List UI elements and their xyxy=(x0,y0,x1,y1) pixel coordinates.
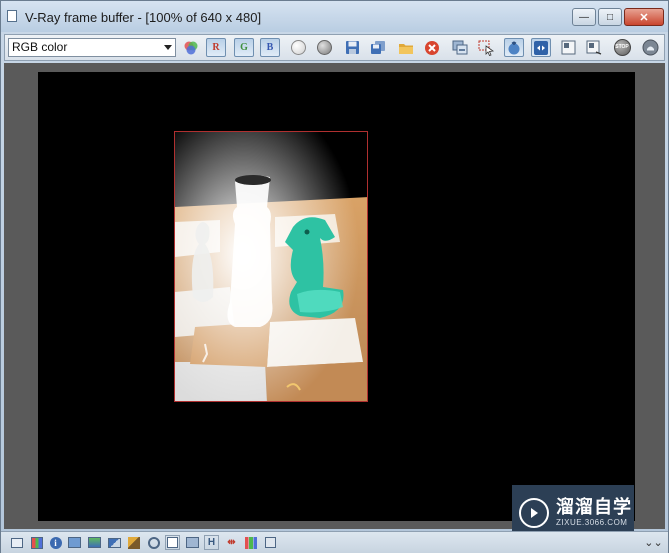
show-corrections-button[interactable] xyxy=(531,38,551,57)
red-channel-toggle[interactable]: R xyxy=(206,38,226,57)
histogram-button[interactable]: H xyxy=(204,535,219,550)
bars-icon xyxy=(244,536,257,549)
toolbar: RGB color R G B STOP xyxy=(4,34,665,61)
duplicate-to-framebuffer-button[interactable] xyxy=(450,38,470,57)
maximize-button[interactable]: □ xyxy=(598,8,622,26)
close-button[interactable]: ✕ xyxy=(624,8,664,26)
lut-icon xyxy=(167,537,178,548)
render-teapot-icon xyxy=(642,39,658,56)
close-icon: ✕ xyxy=(639,11,649,24)
info-button[interactable]: i xyxy=(48,535,63,550)
load-image-button[interactable] xyxy=(396,38,416,57)
history-icon xyxy=(586,40,602,55)
save-image-button[interactable] xyxy=(342,38,362,57)
chevron-down-icon xyxy=(164,45,172,50)
color-balance-button[interactable] xyxy=(126,535,141,550)
vray-frame-buffer-window: V-Ray frame buffer - [100% of 640 x 480]… xyxy=(0,0,669,553)
blue-channel-label: B xyxy=(266,42,274,53)
white-alpha-button[interactable] xyxy=(288,38,308,57)
window-title: V-Ray frame buffer - [100% of 640 x 480] xyxy=(25,10,262,25)
bottom-toolbar: i H ⇹ ⌄⌄ xyxy=(1,531,668,553)
compare-icon xyxy=(534,40,548,55)
pixel-info-icon xyxy=(561,40,575,55)
stamp-icon xyxy=(265,537,276,548)
render-region-icon xyxy=(508,40,520,54)
maximize-icon: □ xyxy=(606,11,614,23)
exposure-button[interactable] xyxy=(87,535,102,550)
gray-circle-icon xyxy=(316,40,332,55)
red-channel-label: R xyxy=(212,42,220,53)
lut-button[interactable] xyxy=(165,535,180,550)
stop-icon: STOP xyxy=(613,39,631,56)
track-mouse-button[interactable] xyxy=(476,38,496,57)
pixel-info-button[interactable] xyxy=(558,38,578,57)
duplicate-icon xyxy=(452,40,468,55)
gear-icon xyxy=(147,536,160,549)
histogram-icon: H xyxy=(207,537,216,548)
chess-scene-image xyxy=(175,132,367,401)
stamp-button[interactable] xyxy=(263,535,278,550)
history-button[interactable] xyxy=(584,38,604,57)
minimize-button[interactable]: — xyxy=(572,8,596,26)
double-chevron-down-icon: ⌄⌄ xyxy=(644,537,663,549)
exposure-icon xyxy=(88,537,101,548)
lens-effects-button[interactable] xyxy=(67,535,82,550)
layers-icon xyxy=(186,537,199,548)
image-icon xyxy=(68,537,81,548)
render-last-button[interactable] xyxy=(640,38,660,57)
window-app-icon xyxy=(7,10,17,22)
compare-ab-button[interactable]: ⇹ xyxy=(224,535,239,550)
hue-saturation-button[interactable] xyxy=(107,535,122,550)
channels-bars-button[interactable] xyxy=(243,535,258,550)
watermark-logo-icon xyxy=(519,497,549,528)
cursor-region-icon xyxy=(478,40,494,56)
folder-icon xyxy=(399,43,413,54)
color-corrections-button[interactable] xyxy=(181,38,201,57)
clear-image-button[interactable] xyxy=(422,38,442,57)
clear-icon xyxy=(425,40,439,55)
levels-button[interactable] xyxy=(29,535,44,550)
channel-select[interactable]: RGB color xyxy=(8,38,176,57)
title-bar[interactable]: V-Ray frame buffer - [100% of 640 x 480]… xyxy=(1,1,668,32)
render-region-toggle[interactable] xyxy=(504,38,524,57)
minimize-icon: — xyxy=(579,11,589,23)
image-view-area[interactable] xyxy=(4,63,665,529)
mono-button[interactable] xyxy=(314,38,334,57)
save-icon xyxy=(345,41,359,54)
info-icon: i xyxy=(49,536,62,549)
channel-select-value: RGB color xyxy=(12,40,68,54)
color-wheel-icon xyxy=(184,41,198,54)
pencil-icon xyxy=(127,536,140,549)
watermark-name: 溜溜自学 xyxy=(556,497,632,517)
display-srgb-button[interactable] xyxy=(9,535,24,550)
green-channel-label: G xyxy=(240,42,248,53)
blue-channel-toggle[interactable]: B xyxy=(260,38,280,57)
monitor-icon xyxy=(10,537,23,548)
curves-button[interactable] xyxy=(146,535,161,550)
save-multiple-icon xyxy=(371,41,385,54)
render-canvas[interactable] xyxy=(38,72,635,521)
levels-icon xyxy=(30,536,43,549)
save-all-channels-button[interactable] xyxy=(368,38,388,57)
watermark-url: ZIXUE.3066.COM xyxy=(556,518,628,527)
background-image-button[interactable] xyxy=(185,535,200,550)
compare-arrows-icon: ⇹ xyxy=(227,537,236,548)
expand-panel-button[interactable]: ⌄⌄ xyxy=(644,535,663,550)
mountain-icon xyxy=(108,537,121,548)
rendered-chess-image xyxy=(174,131,368,402)
stop-render-button[interactable]: STOP xyxy=(612,38,632,57)
white-circle-icon xyxy=(290,40,306,55)
green-channel-toggle[interactable]: G xyxy=(234,38,254,57)
